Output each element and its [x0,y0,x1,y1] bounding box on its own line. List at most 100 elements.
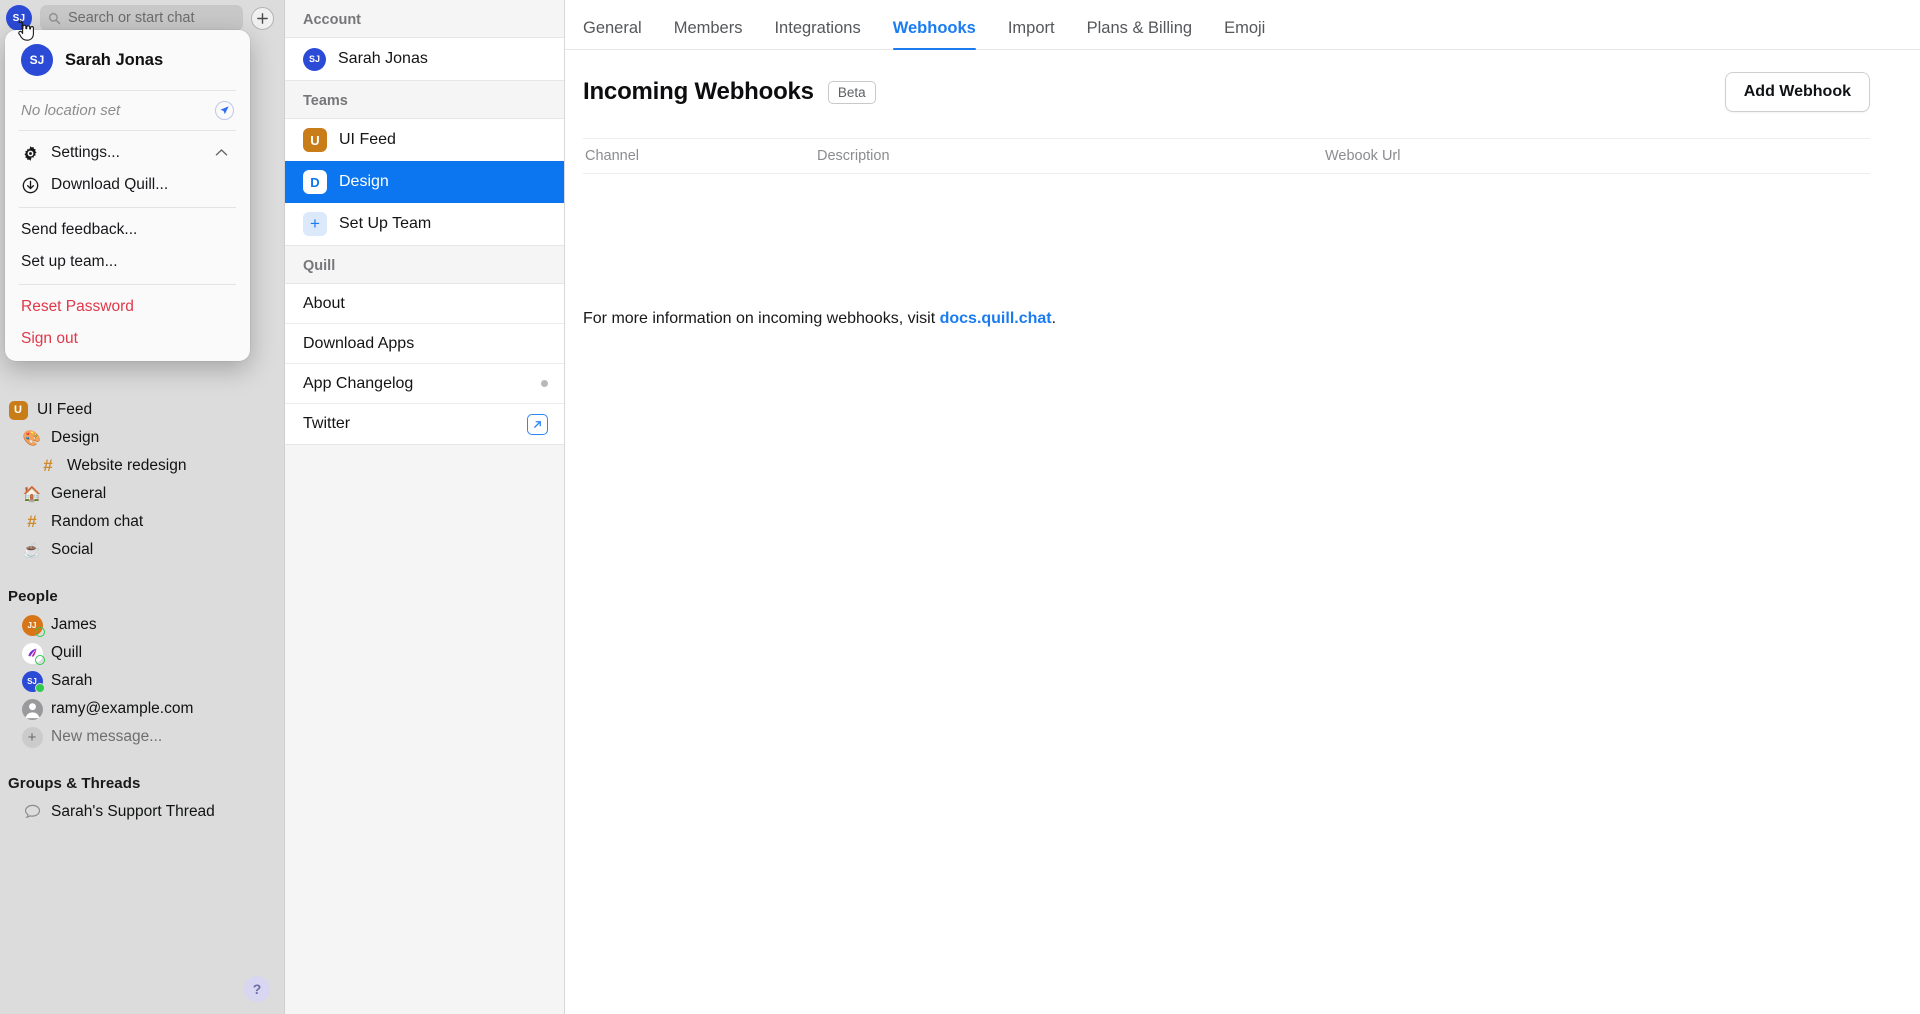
team-badge-letter: U [310,132,320,148]
navigation-arrow-icon[interactable] [215,101,234,120]
team-badge-icon: D [303,170,327,194]
plus-glyph: + [310,214,320,233]
column-header-channel: Channel [585,148,640,164]
menu-item-send-feedback[interactable]: Send feedback... [5,214,250,246]
settings-nav-item-about[interactable]: About [285,284,564,324]
settings-nav-item-account[interactable]: SJ Sarah Jonas [285,38,564,80]
tab-general[interactable]: General [583,19,642,49]
generic-user-icon [24,702,40,718]
menu-item-set-up-team[interactable]: Set up team... [5,246,250,278]
tab-plans-billing[interactable]: Plans & Billing [1087,19,1192,49]
account-menu-location-row[interactable]: No location set [5,91,250,130]
page-title: Incoming Webhooks [583,78,814,105]
settings-nav-item-set-up-team[interactable]: + Set Up Team [285,203,564,245]
avatar: SJ [303,47,326,71]
docs-link[interactable]: docs.quill.chat [940,310,1052,327]
tab-emoji[interactable]: Emoji [1224,19,1265,49]
sidebar-new-message[interactable]: + New message... [0,723,284,751]
menu-item-download-quill[interactable]: Download Quill... [5,169,250,201]
team-badge-letter: D [310,174,320,190]
table-header-row: Channel Description Webook Url [583,138,1870,174]
sidebar-team-ui-feed[interactable]: U UI Feed [0,396,284,424]
settings-nav-item-label: Set Up Team [339,215,432,232]
hash-icon: # [43,456,53,475]
menu-item-label: Send feedback... [21,221,138,238]
settings-nav-item-label: Sarah Jonas [338,50,428,67]
avatar: SJ [21,44,53,76]
team-badge-icon: U [8,400,28,420]
webhooks-table: Channel Description Webook Url [583,138,1870,310]
sidebar-person-ramy[interactable]: ramy@example.com [0,695,284,723]
new-chat-button[interactable] [251,6,274,30]
search-placeholder: Search or start chat [68,10,195,26]
settings-nav-item-design[interactable]: D Design [285,161,564,203]
house-icon: 🏠 [22,485,42,503]
tab-import[interactable]: Import [1008,19,1055,49]
hash-icon: # [27,512,37,531]
settings-nav-item-twitter[interactable]: Twitter [285,404,564,444]
webhooks-header: Incoming Webhooks Beta Add Webhook [583,72,1870,112]
settings-section-teams: Teams [303,93,348,109]
sidebar-person-label: ramy@example.com [51,700,194,717]
status-badge [34,682,45,693]
sidebar-person-james[interactable]: JJ James [0,611,284,639]
sidebar-channel-website-redesign[interactable]: # Website redesign [0,452,284,480]
plus-icon: + [303,212,327,236]
settings-section-quill: Quill [303,258,336,274]
sidebar-channel-design[interactable]: 🎨 Design [0,424,284,452]
gear-icon [21,145,40,162]
add-webhook-button[interactable]: Add Webhook [1724,72,1870,112]
search-input[interactable]: Search or start chat [40,5,243,31]
table-body-empty [583,174,1870,310]
menu-item-label: Settings... [51,144,120,161]
sidebar-channel-label: General [51,485,107,502]
webhooks-panel: Incoming Webhooks Beta Add Webhook Chann… [565,50,1920,328]
settings-section-account: Account [303,12,361,28]
sidebar-person-quill[interactable]: Quill [0,639,284,667]
sidebar-channel-general[interactable]: 🏠 General [0,480,284,508]
settings-nav-item-app-changelog[interactable]: App Changelog [285,364,564,404]
sidebar-person-sarah[interactable]: SJ Sarah [0,667,284,695]
menu-item-label: Download Quill... [51,176,169,193]
sidebar-channel-label: Social [51,541,94,558]
settings-nav-item-ui-feed[interactable]: U UI Feed [285,119,564,161]
column-header-webhook-url: Webook Url [1325,148,1401,164]
status-badge [34,654,45,665]
avatar [21,698,43,720]
tab-webhooks[interactable]: Webhooks [892,19,976,50]
sidebar-channel-random-chat[interactable]: # Random chat [0,508,284,536]
account-menu-avatar-initials: SJ [29,53,45,67]
avatar [21,642,45,665]
sidebar-channel-label: Random chat [51,513,144,530]
menu-item-settings[interactable]: Settings... [5,137,250,169]
menu-item-sign-out[interactable]: Sign out [5,323,250,355]
plus-icon [257,12,268,24]
account-menu-name: Sarah Jonas [65,50,164,69]
sidebar-thread-sarahs-support[interactable]: Sarah's Support Thread [0,798,284,826]
help-button[interactable]: ? [244,976,270,1002]
settings-teams-list: U UI Feed D Design + Set Up Team [285,118,564,246]
webhooks-title-group: Incoming Webhooks Beta [583,78,876,106]
sidebar-channel-social[interactable]: ☕ Social [0,536,284,564]
settings-account-list: SJ Sarah Jonas [285,37,564,81]
menu-item-label: Reset Password [21,298,134,315]
menu-item-reset-password[interactable]: Reset Password [5,291,250,323]
palette-icon: 🎨 [22,429,42,447]
unread-dot-icon [541,380,548,387]
settings-nav-panel: Account SJ Sarah Jonas Teams U UI Feed D [285,0,565,1014]
tab-members[interactable]: Members [674,19,743,49]
left-sidebar: SJ Search or start chat U UI Feed 🎨 Desi… [0,0,285,1014]
status-badge [34,626,45,637]
account-menu[interactable]: SJ Sarah Jonas No location set Settings.… [5,30,250,361]
external-link-icon[interactable] [527,413,548,435]
tab-integrations[interactable]: Integrations [774,19,860,49]
coffee-cup-icon: ☕ [22,541,42,559]
speech-bubble-icon [22,804,42,820]
settings-nav-item-label: UI Feed [339,131,396,148]
sidebar-channel-label: Design [51,429,100,446]
settings-nav-item-download-apps[interactable]: Download Apps [285,324,564,364]
settings-nav-item-label: Twitter [303,415,351,432]
account-avatar-button[interactable]: SJ [6,5,32,31]
